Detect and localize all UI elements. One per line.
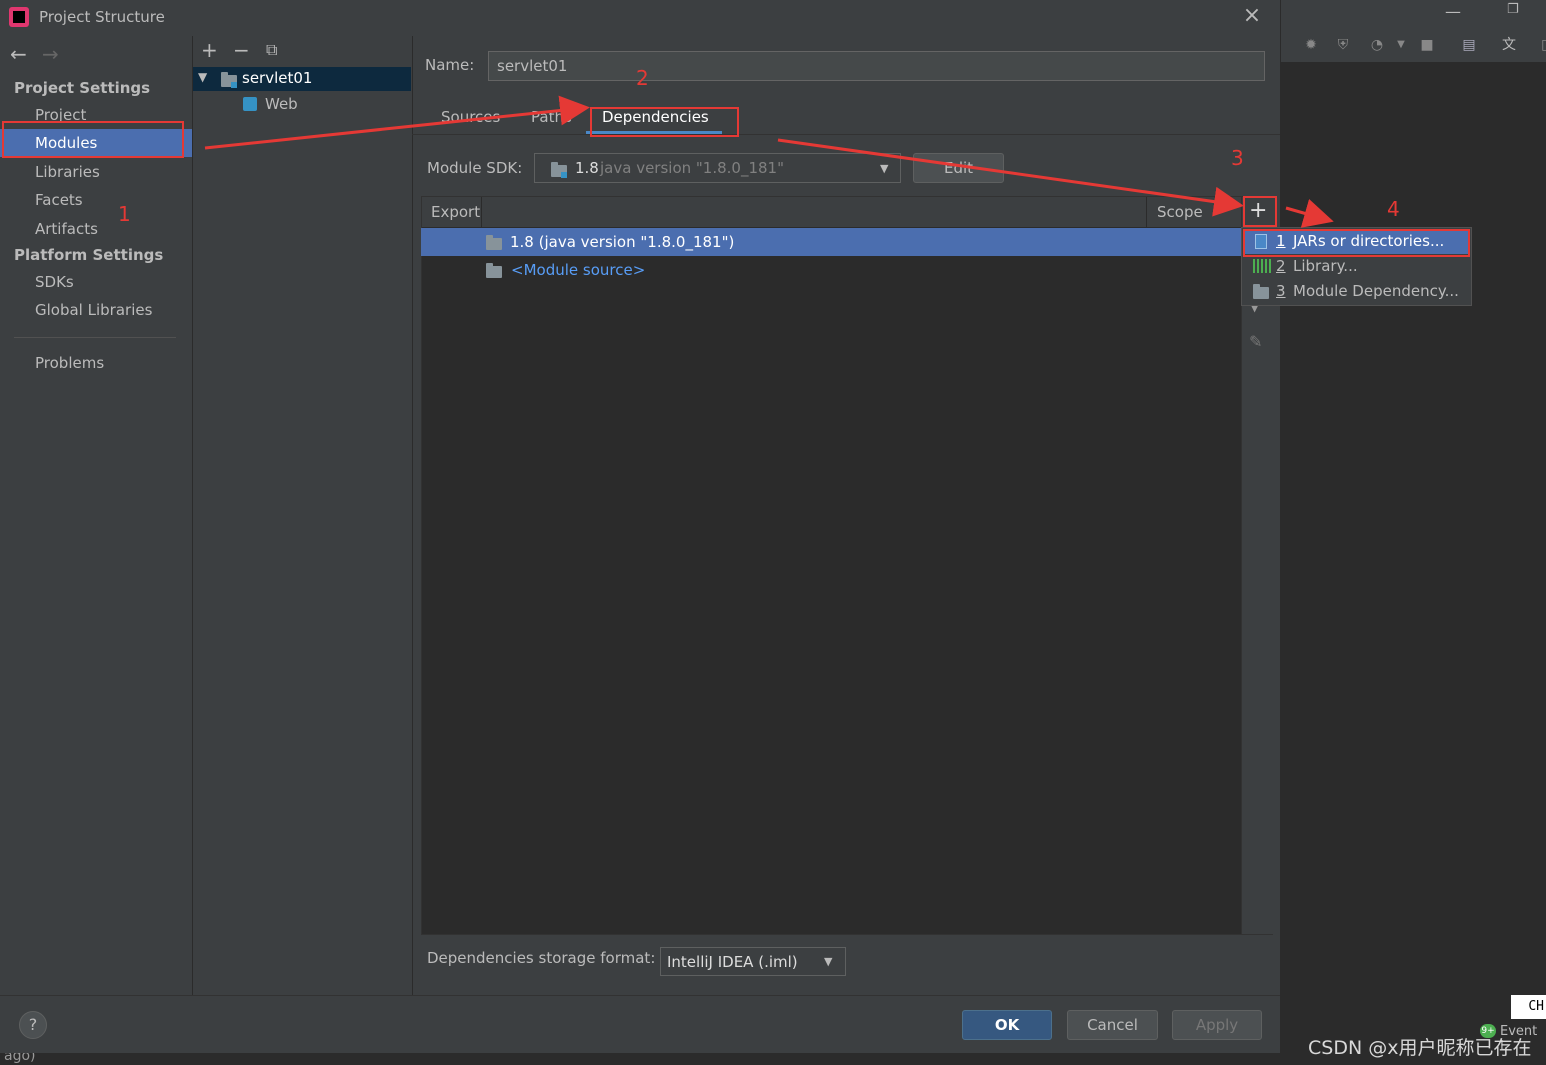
arrow-to-add <box>777 138 1244 217</box>
arrow-to-popup <box>1285 198 1334 228</box>
annotation-arrows <box>204 95 1334 228</box>
arrow-to-dependencies <box>204 95 590 150</box>
